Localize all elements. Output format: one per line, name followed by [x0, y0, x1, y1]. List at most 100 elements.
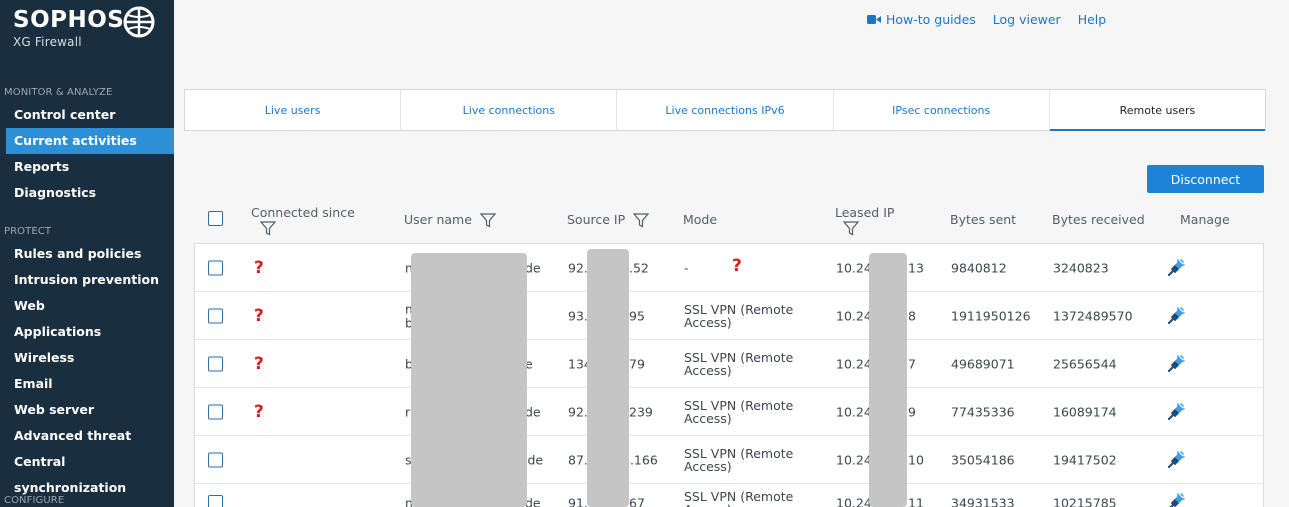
mode-value: SSL VPN (Remote Access)	[684, 397, 794, 426]
table-row: n de 91. 67 SSL VPN (Remote Access) 10.2…	[195, 484, 1263, 507]
nav-email[interactable]: Email	[6, 371, 174, 397]
mode-value: SSL VPN (Remote Access)	[684, 301, 794, 330]
bytes-sent: 49689071	[951, 356, 1015, 371]
log-viewer-link[interactable]: Log viewer	[993, 12, 1061, 27]
mode-value: SSL VPN (Remote Access)	[684, 489, 794, 507]
howto-guides-link[interactable]: How-to guides	[867, 12, 976, 27]
bytes-received: 19417502	[1053, 452, 1117, 467]
leased-ip-start: 10.24	[836, 260, 872, 275]
connected-since-unknown: ?	[254, 305, 264, 326]
leased-ip-start: 10.24	[836, 356, 872, 371]
plug-disconnect-icon[interactable]	[1167, 402, 1185, 421]
redaction-block-user-name	[411, 253, 527, 507]
funnel-icon[interactable]	[633, 213, 650, 228]
tab-ipsec-connections[interactable]: IPsec connections	[834, 90, 1050, 130]
mode-unknown: ?	[732, 255, 742, 276]
leased-ip-start: 10.24	[836, 308, 872, 323]
source-ip-end: 67	[629, 495, 645, 507]
leased-ip-end: 10	[908, 452, 924, 467]
connected-since-unknown: ?	[254, 353, 264, 374]
nav-diagnostics[interactable]: Diagnostics	[6, 180, 174, 206]
activity-tabs: Live users Live connections Live connect…	[184, 89, 1266, 131]
nav-web[interactable]: Web	[6, 293, 174, 319]
mode-value: SSL VPN (Remote Access)	[684, 445, 794, 474]
plug-disconnect-icon[interactable]	[1167, 306, 1185, 325]
leased-ip-start: 10.24	[836, 495, 872, 507]
header-manage: Manage	[1180, 212, 1230, 227]
user-name-end: de	[525, 404, 541, 419]
funnel-icon[interactable]	[260, 221, 276, 236]
nav-control-center[interactable]: Control center	[6, 102, 174, 128]
product-name: XG Firewall	[13, 35, 82, 49]
bytes-sent: 77435336	[951, 404, 1015, 419]
source-ip-end: 239	[629, 404, 653, 419]
source-ip-start: 91.	[568, 495, 588, 507]
brand-name: SOPHOS	[13, 7, 125, 33]
nav-current-activities[interactable]: Current activities	[6, 128, 174, 154]
nav-rules-and-policies[interactable]: Rules and policies	[6, 241, 174, 267]
disconnect-button[interactable]: Disconnect	[1147, 165, 1264, 193]
header-leased-ip[interactable]: Leased IP	[835, 205, 894, 236]
nav-wireless[interactable]: Wireless	[6, 345, 174, 371]
brand: SOPHOS XG Firewall	[13, 6, 124, 49]
help-link[interactable]: Help	[1078, 12, 1107, 27]
plug-disconnect-icon[interactable]	[1167, 258, 1185, 277]
nav-reports[interactable]: Reports	[6, 154, 174, 180]
user-name-end: de	[525, 260, 541, 275]
tab-remote-users[interactable]: Remote users	[1049, 90, 1266, 131]
table-row: ? m b 93. 95 SSL VPN (Remote Access) 10.…	[195, 292, 1263, 340]
howto-guides-label: How-to guides	[886, 12, 976, 27]
source-ip-end: 79	[629, 356, 645, 371]
leased-ip-end: 13	[908, 260, 924, 275]
table-row: ? r de 92. 239 SSL VPN (Remote Access) 1…	[195, 388, 1263, 436]
source-ip-end: .52	[629, 260, 649, 275]
select-all-checkbox[interactable]	[208, 211, 223, 226]
row-checkbox[interactable]	[208, 404, 223, 419]
row-checkbox[interactable]	[208, 356, 223, 371]
table-row: ? b e 134 79 SSL VPN (Remote Access) 10.…	[195, 340, 1263, 388]
header-mode: Mode	[683, 212, 718, 227]
funnel-icon[interactable]	[479, 213, 496, 228]
header-source-ip-label: Source IP	[567, 212, 626, 227]
connected-since-unknown: ?	[254, 401, 264, 422]
nav-intrusion-prevention[interactable]: Intrusion prevention	[6, 267, 174, 293]
section-protect: PROTECT	[4, 226, 52, 237]
table-row: ? n de 92. .52 - ? 10.24 13 9840812 3240…	[195, 244, 1263, 292]
leased-ip-end: 8	[908, 308, 916, 323]
nav-central-synchronization[interactable]: Central synchronization	[6, 449, 174, 495]
bytes-sent: 9840812	[951, 260, 1007, 275]
row-checkbox[interactable]	[208, 308, 223, 323]
plug-disconnect-icon[interactable]	[1167, 354, 1185, 373]
nav-applications[interactable]: Applications	[6, 319, 174, 345]
bytes-received: 25656544	[1053, 356, 1117, 371]
tab-live-users[interactable]: Live users	[185, 90, 402, 130]
header-user-name-label: User name	[404, 212, 472, 227]
nav-web-server[interactable]: Web server	[6, 397, 174, 423]
source-ip-start: 92.	[568, 404, 588, 419]
source-ip-start: 92.	[568, 260, 588, 275]
top-links: How-to guides Log viewer Help	[867, 12, 1106, 27]
mode-value: -	[684, 260, 689, 275]
plug-disconnect-icon[interactable]	[1167, 493, 1185, 507]
plug-disconnect-icon[interactable]	[1167, 450, 1185, 469]
source-ip-end: 95	[629, 308, 645, 323]
tab-live-connections-ipv6[interactable]: Live connections IPv6	[617, 90, 834, 130]
header-connected-since-label: Connected since	[251, 205, 355, 220]
row-checkbox[interactable]	[208, 452, 223, 467]
tab-live-connections[interactable]: Live connections	[401, 90, 618, 130]
bytes-received: 1372489570	[1053, 308, 1133, 323]
funnel-icon[interactable]	[843, 221, 859, 236]
user-name-start: r	[405, 404, 411, 419]
table-row: s l.de 87. 3.166 SSL VPN (Remote Access)…	[195, 436, 1263, 484]
header-bytes-received: Bytes received	[1052, 212, 1145, 227]
row-checkbox[interactable]	[208, 495, 223, 507]
nav-advanced-threat[interactable]: Advanced threat	[6, 423, 174, 449]
user-name-end: de	[525, 495, 541, 507]
header-source-ip[interactable]: Source IP	[567, 212, 650, 228]
mode-value: SSL VPN (Remote Access)	[684, 349, 794, 378]
header-user-name[interactable]: User name	[404, 212, 496, 228]
section-monitor-analyze: MONITOR & ANALYZE	[4, 87, 113, 98]
row-checkbox[interactable]	[208, 260, 223, 275]
header-connected-since[interactable]: Connected since	[251, 205, 355, 236]
bytes-received: 10215785	[1053, 495, 1117, 507]
